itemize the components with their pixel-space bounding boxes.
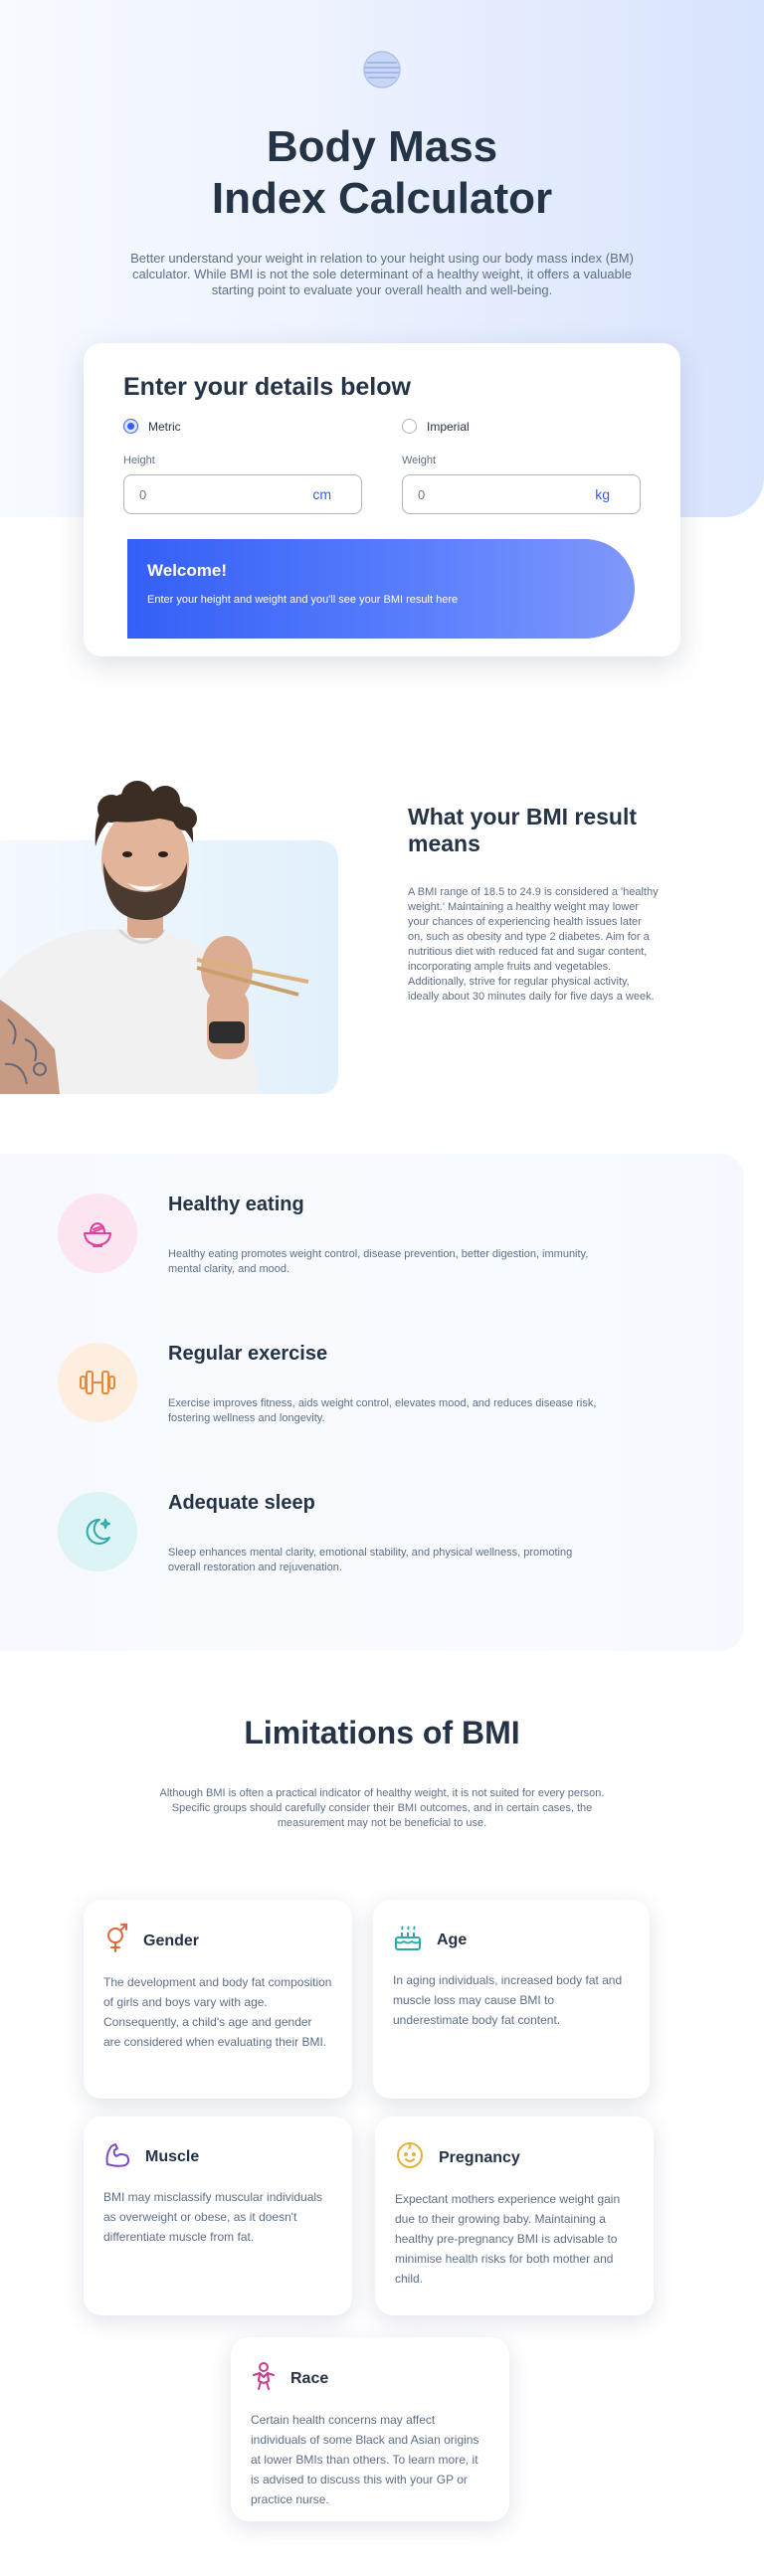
height-field[interactable]: cm xyxy=(123,474,362,514)
hero-description: Better understand your weight in relatio… xyxy=(130,251,634,297)
limitation-card-title: Muscle xyxy=(145,2147,200,2165)
bowl-icon xyxy=(58,1194,137,1273)
birthday-cake-icon xyxy=(393,1924,423,1956)
flexed-arm-icon xyxy=(103,2140,131,2173)
imperial-radio-label: Imperial xyxy=(427,419,470,434)
metric-radio-label: Metric xyxy=(148,419,181,434)
tip-title: Adequate sleep xyxy=(168,1492,315,1514)
bmi-result-panel: Welcome! Enter your height and weight an… xyxy=(127,539,635,639)
imperial-radio[interactable]: Imperial xyxy=(402,419,470,434)
limitation-card-pregnancy: Pregnancy Expectant mothers experience w… xyxy=(375,2116,654,2315)
baby-face-icon xyxy=(395,2140,425,2175)
man-eating-photo xyxy=(0,751,318,1094)
calculator-title: Enter your details below xyxy=(123,373,411,401)
limitation-card-text: In aging individuals, increased body fat… xyxy=(393,1973,623,2027)
moon-icon xyxy=(58,1492,137,1571)
gender-icon xyxy=(103,1924,129,1958)
meaning-title: What your BMI result means xyxy=(408,804,638,856)
limitation-card-text: BMI may misclassify muscular individuals… xyxy=(103,2190,323,2244)
weight-input[interactable] xyxy=(418,486,537,502)
calculator-card: Enter your details below Metric Imperial… xyxy=(84,343,680,656)
limitations-text: Although BMI is often a practical indica… xyxy=(159,1787,605,1829)
tip-healthy-eating: Healthy eating Healthy eating promotes w… xyxy=(58,1194,694,1293)
dumbbell-icon xyxy=(58,1343,137,1422)
tip-adequate-sleep: Adequate sleep Sleep enhances mental cla… xyxy=(58,1492,694,1591)
limitations-title: Limitations of BMI xyxy=(244,1715,520,1750)
limitation-card-text: Expectant mothers experience weight gain… xyxy=(395,2192,621,2286)
tip-text: Sleep enhances mental clarity, emotional… xyxy=(168,1547,573,1573)
page-title-line-1: Body Mass xyxy=(266,122,498,171)
tip-title: Healthy eating xyxy=(168,1194,304,1215)
tip-text: Exercise improves fitness, aids weight c… xyxy=(168,1397,597,1424)
limitation-card-text: Certain health concerns may affect indiv… xyxy=(251,2413,479,2506)
limitation-card-age: Age In aging individuals, increased body… xyxy=(373,1900,650,2099)
height-label: Height xyxy=(123,455,155,466)
height-input[interactable] xyxy=(139,486,259,502)
imperial-radio-indicator[interactable] xyxy=(402,419,417,434)
globe-icon xyxy=(362,50,402,90)
meaning-text: A BMI range of 18.5 to 24.9 is considere… xyxy=(408,886,659,1003)
weight-field[interactable]: kg xyxy=(402,474,641,514)
limitation-card-race: Race Certain health concerns may affect … xyxy=(231,2337,509,2521)
limitation-card-title: Gender xyxy=(143,1932,200,1949)
limitation-card-gender: Gender The development and body fat comp… xyxy=(84,1900,352,2099)
weight-unit: kg xyxy=(595,486,610,502)
limitation-card-muscle: Muscle BMI may misclassify muscular indi… xyxy=(84,2116,352,2315)
person-icon xyxy=(251,2361,277,2396)
tip-regular-exercise: Regular exercise Exercise improves fitne… xyxy=(58,1343,694,1442)
metric-radio[interactable]: Metric xyxy=(123,419,181,434)
limitation-card-title: Pregnancy xyxy=(439,2148,520,2166)
tip-title: Regular exercise xyxy=(168,1343,328,1365)
limitation-card-text: The development and body fat composition… xyxy=(103,1975,332,2049)
height-unit: cm xyxy=(312,486,331,502)
page-title: Body Mass Index Calculator xyxy=(0,121,764,225)
result-title: Welcome! xyxy=(147,561,227,580)
tip-text: Healthy eating promotes weight control, … xyxy=(168,1248,589,1275)
page-title-line-2: Index Calculator xyxy=(211,174,553,223)
result-text: Enter your height and weight and you'll … xyxy=(147,594,459,606)
limitation-card-title: Age xyxy=(437,1931,468,1948)
weight-label: Weight xyxy=(402,455,437,466)
metric-radio-indicator[interactable] xyxy=(123,419,138,434)
limitation-card-title: Race xyxy=(290,2369,329,2387)
